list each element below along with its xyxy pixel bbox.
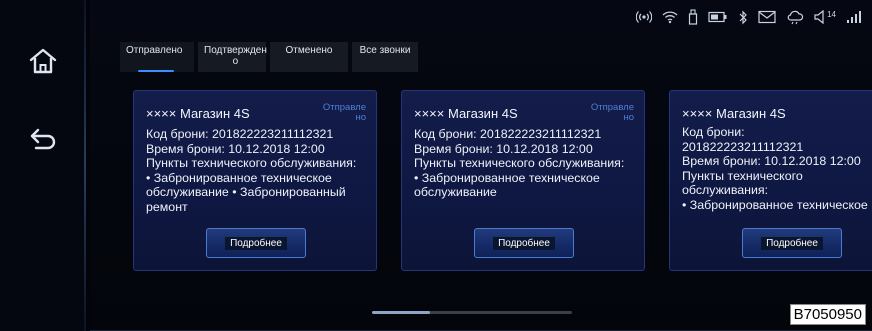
shop-name: ×××× Магазин 4S [682, 106, 786, 121]
detail-line: • Забронированное техническое [414, 170, 600, 185]
detail-line: Время брони: 10.12.2018 12:00 [682, 154, 861, 168]
detail-line: Код брони: 201822223211112321 [414, 127, 602, 141]
back-arrow-icon [30, 128, 56, 150]
detail-line: Пункты технического обслуживания: [146, 156, 357, 170]
battery-icon [708, 11, 728, 23]
usb-icon [688, 9, 698, 25]
order-details: Код брони: 201822223211112321 Время брон… [682, 125, 872, 212]
order-cards-carousel[interactable]: ×××× Магазин 4S Отправле но Код брони: 2… [133, 90, 872, 272]
home-icon [29, 48, 57, 74]
order-card[interactable]: ×××× Магазин 4S Отправле но Код брони: 2… [133, 90, 377, 271]
detail-line: Код брони: [682, 125, 745, 139]
shop-name: ×××× Магазин 4S [414, 106, 518, 121]
figure-code: B7050950 [789, 304, 866, 325]
cloud-icon [786, 10, 804, 25]
details-button[interactable]: Подробнее [742, 228, 842, 258]
shop-name: ×××× Магазин 4S [146, 106, 250, 121]
orders-panel: 14 Отправлено Подтвержден о Отменено Все… [90, 0, 872, 331]
status-bar: 14 [636, 6, 862, 28]
detail-line: обслуживание • Забронированный [146, 185, 346, 199]
carousel-scrollbar[interactable] [372, 311, 572, 314]
back-button[interactable] [22, 118, 64, 160]
tab-cancelled[interactable]: Отменено [270, 42, 348, 72]
wifi-icon [662, 10, 678, 24]
scrollbar-thumb[interactable] [372, 311, 430, 314]
detail-line: Код брони: 201822223211112321 [146, 127, 334, 141]
detail-line: Время брони: 10.12.2018 12:00 [414, 141, 593, 156]
hotspot-icon [636, 10, 653, 24]
detail-line: Пункты технического обслуживания: [414, 156, 625, 170]
details-button[interactable]: Подробнее [206, 228, 306, 258]
signal-icon [846, 10, 862, 24]
volume-level: 14 [827, 9, 836, 19]
detail-line: обслуживание [414, 185, 497, 199]
details-button-label: Подробнее [225, 236, 287, 250]
detail-line: Время брони: 10.12.2018 12:00 [146, 141, 325, 156]
message-icon [758, 10, 776, 24]
order-status-tabs: Отправлено Подтвержден о Отменено Все зв… [120, 42, 418, 72]
tab-confirmed[interactable]: Подтвержден о [198, 42, 267, 72]
head-unit-screen: 14 Отправлено Подтвержден о Отменено Все… [0, 0, 872, 331]
volume-icon: 14 [814, 10, 836, 24]
detail-line: обслуживания: [682, 183, 769, 197]
order-details: Код брони: 201822223211112321 Время брон… [146, 127, 366, 214]
order-card[interactable]: ×××× Магазин 4S Код брони: 2018222232111… [669, 90, 872, 271]
detail-line: • Забронированное техническое [682, 197, 868, 212]
order-details: Код брони: 201822223211112321 Время брон… [414, 127, 634, 200]
bluetooth-icon [738, 10, 748, 25]
detail-line: • Забронированное техническое [146, 170, 332, 185]
details-button-label: Подробнее [761, 236, 823, 250]
details-button-label: Подробнее [493, 236, 555, 250]
order-status-label: Отправле но [590, 102, 634, 123]
left-nav-rail [0, 0, 84, 331]
order-card[interactable]: ×××× Магазин 4S Отправле но Код брони: 2… [401, 90, 645, 271]
tab-sent[interactable]: Отправлено [120, 42, 194, 72]
order-status-label: Отправле но [322, 102, 366, 123]
detail-line: 201822223211112321 [682, 139, 804, 154]
home-button[interactable] [22, 40, 64, 82]
details-button[interactable]: Подробнее [474, 228, 574, 258]
detail-line: ремонт [146, 199, 188, 214]
rail-divider [84, 0, 86, 331]
tab-all-calls[interactable]: Все звонки [352, 42, 418, 72]
detail-line: Пункты технического [682, 168, 803, 183]
